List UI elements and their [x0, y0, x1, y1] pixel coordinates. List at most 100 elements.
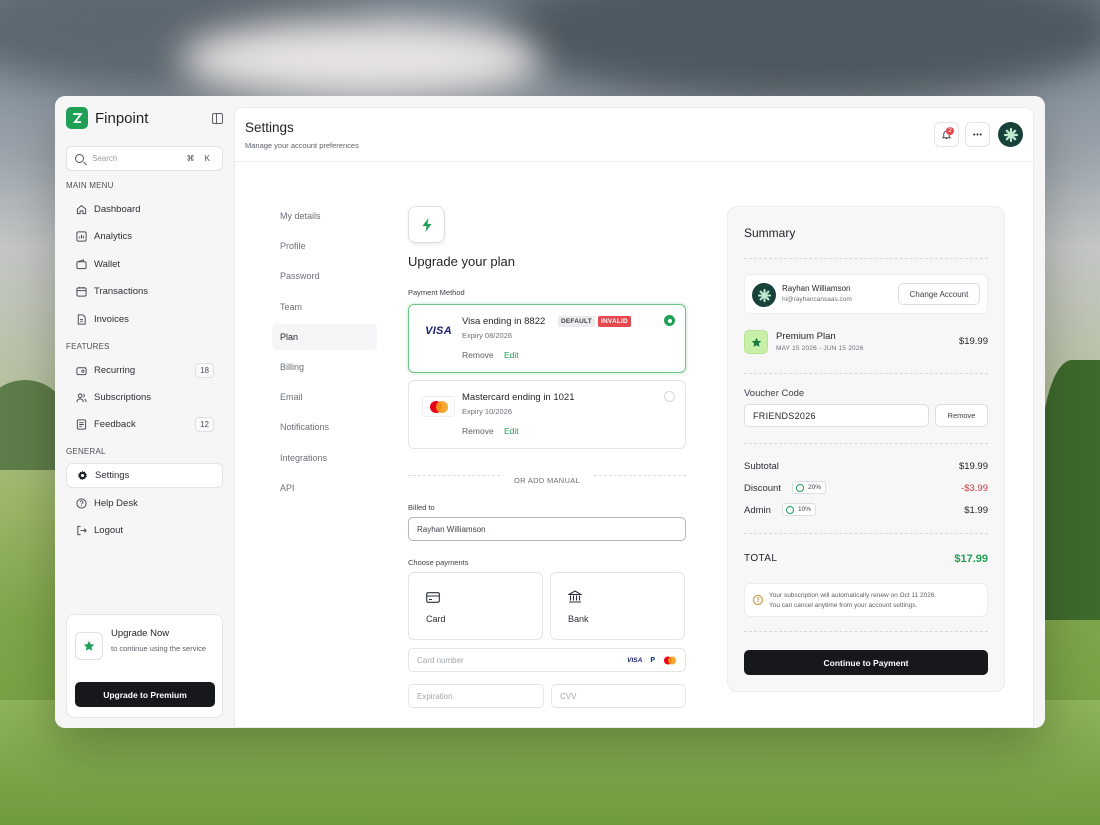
feedback-count-badge: 12: [195, 417, 214, 433]
notification-count-badge: 2: [946, 127, 954, 135]
gear-icon: [76, 470, 88, 482]
info-icon: !: [753, 595, 763, 605]
recurring-count-badge: 18: [195, 362, 214, 378]
notifications-button[interactable]: 2: [934, 122, 959, 147]
expiration-field[interactable]: Expiration: [408, 684, 544, 708]
credit-card-icon: [426, 590, 440, 608]
sidebar-item-label: Analytics: [94, 231, 133, 243]
or-add-manual-text: OR ADD MANUAL: [514, 476, 580, 485]
app-window: Finpoint ⌘ K MAIN MENU Dashboard Analyti…: [55, 96, 1045, 728]
card-radio[interactable]: [664, 391, 675, 402]
card-number-field[interactable]: Card number VISA P: [408, 648, 686, 672]
sidebar-item-transactions[interactable]: Transactions: [66, 279, 223, 304]
sidebar-item-dashboard[interactable]: Dashboard: [66, 197, 223, 222]
home-icon: [75, 204, 87, 216]
logout-icon: [75, 525, 87, 537]
bank-option-label: Bank: [568, 614, 589, 624]
discount-label: Discount: [744, 483, 781, 494]
user-email: hi@rayhancansaas.com: [782, 296, 852, 303]
tab-team[interactable]: Team: [272, 294, 377, 320]
remove-card-link[interactable]: Remove: [462, 426, 494, 436]
continue-to-payment-button[interactable]: Continue to Payment: [744, 650, 988, 675]
cvv-placeholder: CVV: [560, 691, 577, 701]
tab-integrations[interactable]: Integrations: [272, 445, 377, 471]
discount-percent-badge: 20%: [792, 481, 827, 494]
cvv-field[interactable]: CVV: [551, 684, 686, 708]
billed-to-field[interactable]: Rayhan Williamson: [408, 517, 686, 541]
tab-notifications[interactable]: Notifications: [272, 414, 377, 440]
subtotal-label: Subtotal: [744, 461, 779, 472]
sidebar-item-feedback[interactable]: Feedback 12: [66, 412, 223, 437]
tab-api[interactable]: API: [272, 475, 377, 501]
bank-payment-option[interactable]: Bank: [550, 572, 685, 640]
plan-price: $19.99: [958, 336, 988, 347]
card-expiry: Expiry 10/2026: [462, 407, 513, 416]
visa-card-option[interactable]: VISA Visa ending in 8822 DEFAULT INVALID…: [408, 304, 686, 373]
default-tag: DEFAULT: [558, 316, 595, 327]
background-trees: [1040, 360, 1100, 620]
search-input[interactable]: [92, 154, 182, 163]
sidebar-item-label: Feedback: [94, 419, 136, 431]
sidebar-item-wallet[interactable]: Wallet: [66, 252, 223, 277]
payment-method-label: Payment Method: [408, 288, 465, 297]
help-icon: [75, 497, 87, 509]
mastercard-option[interactable]: Mastercard ending in 1021 Expiry 10/2026…: [408, 380, 686, 449]
upgrade-to-premium-button[interactable]: Upgrade to Premium: [75, 682, 215, 707]
background-cloud: [180, 20, 540, 100]
upgrade-title: Upgrade Now: [111, 628, 170, 639]
voucher-input[interactable]: FRIENDS2026: [744, 404, 929, 427]
tab-my-details[interactable]: My details: [272, 203, 377, 229]
remove-card-link[interactable]: Remove: [462, 350, 494, 360]
card-radio-selected[interactable]: [664, 315, 675, 326]
user-name: Rayhan Williamson: [782, 284, 851, 293]
sidebar-item-invoices[interactable]: Invoices: [66, 307, 223, 332]
card-expiry: Expiry 08/2026: [462, 331, 513, 340]
edit-card-link[interactable]: Edit: [504, 426, 519, 436]
upgrade-card: Upgrade Now to continue using the servic…: [66, 614, 223, 718]
discount-row: Discount 20% -$3.99: [744, 481, 988, 497]
tab-password[interactable]: Password: [272, 263, 377, 289]
sidebar-collapse-icon[interactable]: [212, 112, 223, 124]
sidebar-item-settings[interactable]: Settings: [66, 463, 223, 489]
summary-panel: Summary Rayhan Williamson hi@rayhancansa…: [727, 206, 1005, 692]
file-icon: [75, 313, 87, 325]
sidebar-item-subscriptions[interactable]: Subscriptions: [66, 385, 223, 410]
sidebar-item-analytics[interactable]: Analytics: [66, 224, 223, 249]
search-shortcut: ⌘ K: [186, 154, 214, 163]
page-subtitle: Manage your account preferences: [245, 141, 359, 150]
search-box[interactable]: ⌘ K: [66, 146, 223, 171]
sidebar-item-help-desk[interactable]: Help Desk: [66, 491, 223, 516]
choose-payments-label: Choose payments: [408, 558, 469, 567]
voucher-label: Voucher Code: [744, 388, 805, 399]
tab-profile[interactable]: Profile: [272, 233, 377, 259]
sidebar-item-recurring[interactable]: Recurring 18: [66, 358, 223, 383]
accepted-cards: VISA P: [627, 656, 677, 665]
voucher-remove-button[interactable]: Remove: [935, 404, 988, 427]
user-avatar[interactable]: [998, 122, 1023, 147]
sidebar-item-label: Logout: [94, 525, 124, 537]
change-account-button[interactable]: Change Account: [898, 283, 980, 305]
sidebar-item-label: Transactions: [94, 286, 149, 298]
more-dots-icon: [973, 133, 982, 136]
invalid-tag: INVALID: [598, 316, 631, 327]
bank-icon: [566, 590, 584, 608]
tab-billing[interactable]: Billing: [272, 354, 377, 380]
users-icon: [75, 391, 87, 403]
card-payment-option[interactable]: Card: [408, 572, 543, 640]
more-options-button[interactable]: [965, 122, 990, 147]
admin-percent: 10%: [798, 506, 812, 513]
check-circle-icon: [796, 484, 804, 492]
app-name: Finpoint: [95, 109, 149, 127]
sidebar-item-logout[interactable]: Logout: [66, 518, 223, 543]
admin-label: Admin: [744, 505, 771, 516]
tab-email[interactable]: Email: [272, 384, 377, 410]
calendar-icon: [75, 286, 87, 298]
divider: [744, 443, 988, 444]
sidebar-item-label: Help Desk: [94, 497, 138, 509]
edit-card-link[interactable]: Edit: [504, 350, 519, 360]
tab-plan[interactable]: Plan: [272, 323, 377, 350]
payment-options: Card Bank: [408, 572, 686, 648]
mastercard-mini-icon: [664, 656, 676, 664]
avatar-asterisk-icon: [1003, 127, 1018, 142]
main-menu-title: MAIN MENU: [66, 181, 114, 190]
